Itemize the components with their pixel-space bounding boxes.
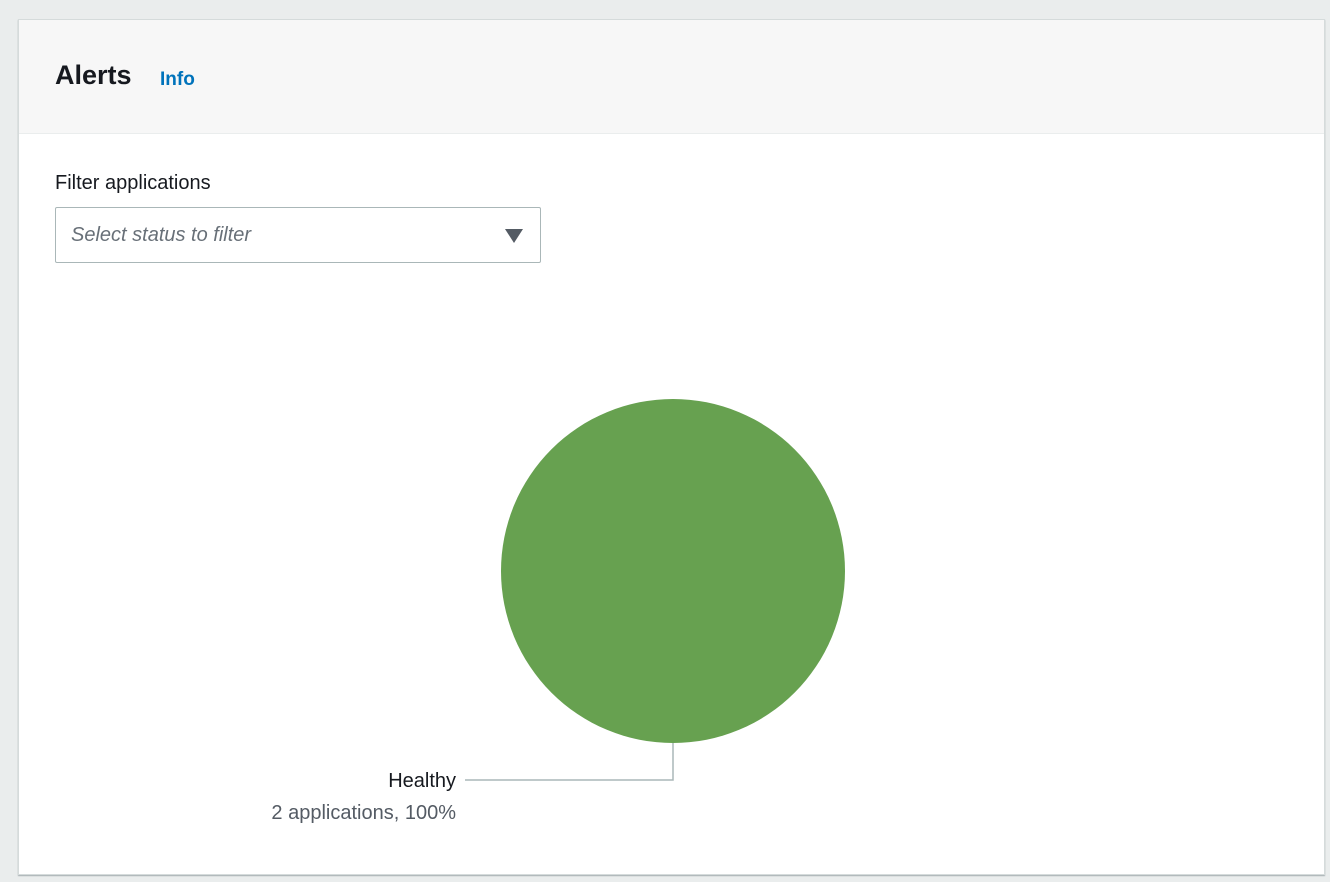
leader-line — [465, 743, 674, 781]
pie-labels: Healthy 2 applications, 100% — [271, 743, 674, 824]
slice-label: Healthy — [388, 770, 456, 792]
page: Alerts Info Filter applications Select s… — [0, 0, 1330, 882]
alerts-card: Alerts Info Filter applications Select s… — [18, 19, 1325, 875]
pie-slice-healthy[interactable] — [501, 399, 845, 743]
slice-detail-label: 2 applications, 100% — [271, 802, 456, 824]
pie-slices — [501, 399, 845, 743]
pie-chart: Healthy 2 applications, 100% — [271, 399, 845, 824]
